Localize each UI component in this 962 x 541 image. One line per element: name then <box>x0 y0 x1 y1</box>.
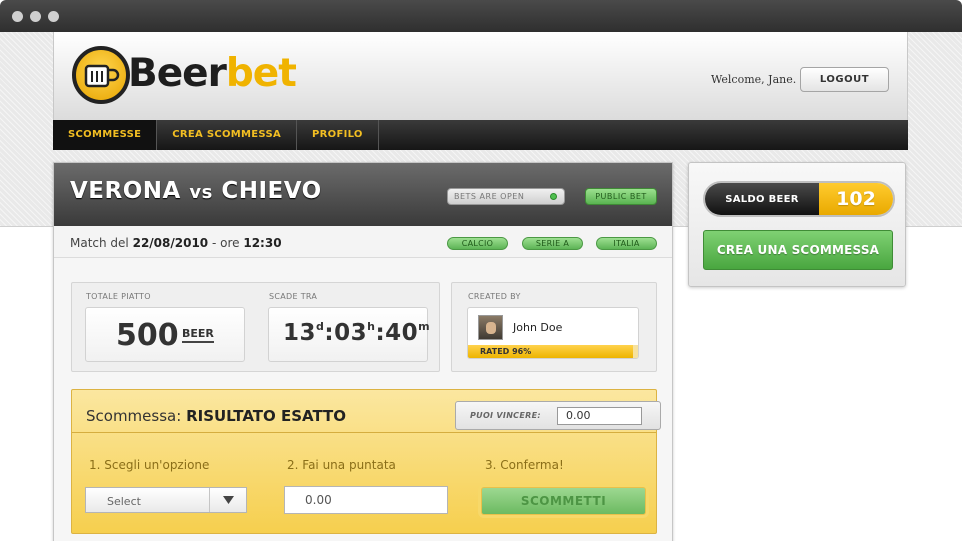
pot-and-timer-group: TOTALE PIATTO 500 BEER SCADE TRA 13d:03h… <box>71 282 440 372</box>
match-title: VERONA vs CHIEVO <box>70 178 322 204</box>
tag-serie-a[interactable]: SERIE A <box>522 237 583 250</box>
logo-text: Beerbet <box>128 50 297 98</box>
potential-win-box: PUOI VINCERE: 0.00 <box>455 401 661 430</box>
logout-button[interactable]: LOGOUT <box>800 67 889 92</box>
bets-open-status: BETS ARE OPEN <box>447 188 565 205</box>
pot-value: 500 <box>116 318 179 353</box>
avatar <box>478 315 503 340</box>
window-dot-icon[interactable] <box>48 11 59 22</box>
main-nav: SCOMMESSE CREA SCOMMESSA PROFILO <box>53 120 908 150</box>
time-value: 12:30 <box>243 236 282 250</box>
bet-title-prefix: Scommessa: <box>86 407 182 425</box>
countdown: 13d:03h:40m <box>283 320 431 346</box>
expires-label: SCADE TRA <box>269 292 318 301</box>
stake-input[interactable]: 0.00 <box>284 486 448 514</box>
option-select-value: Select <box>107 495 141 508</box>
home-team: VERONA <box>70 178 181 204</box>
nav-item-crea-scommessa[interactable]: CREA SCOMMESSA <box>157 120 298 150</box>
creator-name: John Doe <box>513 321 563 334</box>
bet-area: Scommessa: RISULTATO ESATTO PUOI VINCERE… <box>71 389 661 534</box>
public-bet-badge: PUBLIC BET <box>585 188 657 205</box>
countdown-hours: 03 <box>334 320 368 346</box>
beer-balance-value: 102 <box>819 183 893 215</box>
window-dot-icon[interactable] <box>30 11 41 22</box>
countdown-days: 13 <box>283 320 317 346</box>
potential-win-label: PUOI VINCERE: <box>470 411 541 420</box>
tag-calcio[interactable]: CALCIO <box>447 237 508 250</box>
step-2-label: 2. Fai una puntata <box>287 458 396 472</box>
beer-balance: SALDO BEER 102 <box>703 181 895 217</box>
bet-title: Scommessa: RISULTATO ESATTO <box>86 407 346 425</box>
logo-text-accent: bet <box>225 51 297 96</box>
step-3-label: 3. Conferma! <box>485 458 564 472</box>
status-led-icon <box>550 193 557 200</box>
logo[interactable]: Beerbet <box>72 46 297 104</box>
rating-text: RATED 96% <box>480 347 532 356</box>
beer-balance-label: SALDO BEER <box>705 183 819 215</box>
bets-open-label: BETS ARE OPEN <box>454 192 525 201</box>
match-panel: VERONA vs CHIEVO BETS ARE OPEN PUBLIC BE… <box>53 162 673 541</box>
option-select[interactable]: Select <box>85 487 247 513</box>
time-prefix: - ore <box>211 236 240 250</box>
create-bet-button[interactable]: CREA UNA SCOMMESSA <box>703 230 893 270</box>
welcome-text: Welcome, Jane. <box>711 73 797 86</box>
countdown-box: 13d:03h:40m <box>268 307 431 362</box>
potential-win-field: 0.00 <box>557 407 642 425</box>
bet-title-value: RISULTATO ESATTO <box>186 407 347 425</box>
match-date: Match del 22/08/2010 - ore 12:30 <box>70 236 282 250</box>
tag-italia[interactable]: ITALIA <box>596 237 657 250</box>
countdown-hours-unit: h <box>367 320 376 333</box>
nav-item-scommesse[interactable]: SCOMMESSE <box>53 120 158 150</box>
beer-mug-logo-icon <box>72 46 130 104</box>
pot-unit: BEER <box>182 327 214 343</box>
countdown-minutes: 40 <box>385 320 419 346</box>
pot-box: 500 BEER <box>85 307 245 362</box>
date-prefix: Match del <box>70 236 129 250</box>
bet-header: Scommessa: RISULTATO ESATTO PUOI VINCERE… <box>72 390 661 433</box>
page-viewport: Beerbet Welcome, Jane. LOGOUT SCOMMESSE … <box>0 32 962 541</box>
nav-item-profilo[interactable]: PROFILO <box>297 120 379 150</box>
date-value: 22/08/2010 <box>132 236 209 250</box>
submit-bet-button[interactable]: SCOMMETTI <box>481 487 646 515</box>
pot-label: TOTALE PIATTO <box>86 292 151 301</box>
match-date-row: Match del 22/08/2010 - ore 12:30 CALCIO … <box>54 226 672 258</box>
countdown-minutes-unit: m <box>418 320 431 333</box>
side-panel: SALDO BEER 102 CREA UNA SCOMMESSA <box>688 162 906 287</box>
countdown-days-unit: d <box>316 320 325 333</box>
browser-chrome <box>0 0 962 32</box>
logo-text-dark: Beer <box>128 51 227 96</box>
site-container: Beerbet Welcome, Jane. LOGOUT SCOMMESSE … <box>53 32 908 541</box>
away-team: CHIEVO <box>221 178 322 204</box>
creator-group: CREATED BY John Doe RATED 96% <box>451 282 657 372</box>
site-header: Beerbet Welcome, Jane. LOGOUT <box>53 32 908 120</box>
rating-bar: RATED 96% <box>468 345 638 358</box>
creator-label: CREATED BY <box>468 292 521 301</box>
vs-label: vs <box>189 182 213 203</box>
window-dot-icon[interactable] <box>12 11 23 22</box>
step-1-label: 1. Scegli un'opzione <box>89 458 210 472</box>
match-header: VERONA vs CHIEVO BETS ARE OPEN PUBLIC BE… <box>54 163 672 226</box>
creator-card[interactable]: John Doe RATED 96% <box>467 307 639 359</box>
chevron-down-icon[interactable] <box>209 488 246 512</box>
